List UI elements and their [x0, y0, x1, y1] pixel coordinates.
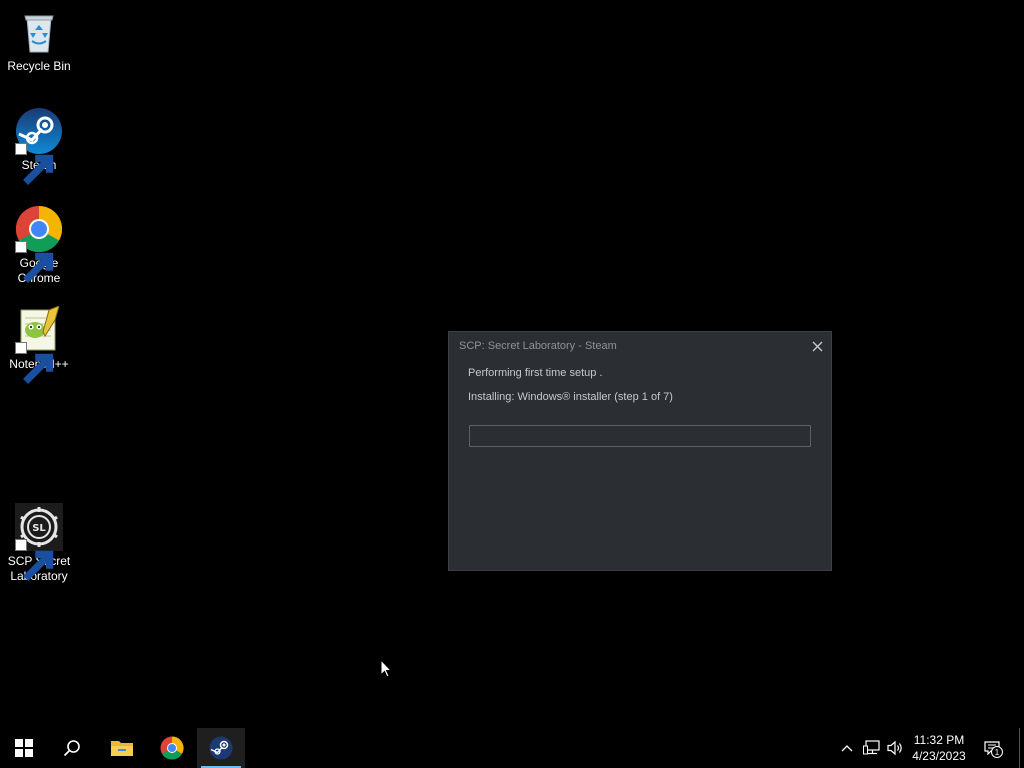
setup-status-text: Performing first time setup . — [468, 367, 603, 379]
shortcut-arrow-icon — [15, 143, 54, 185]
notification-count-badge: 1 — [991, 746, 1003, 758]
start-button[interactable] — [0, 728, 48, 768]
clock-button[interactable]: 11:32 PM 4/23/2023 — [904, 732, 974, 764]
show-hidden-icons-button[interactable] — [838, 728, 856, 768]
folder-icon — [111, 741, 133, 756]
clock-date: 4/23/2023 — [912, 749, 966, 763]
steam-icon — [209, 736, 233, 760]
chrome-icon — [160, 736, 184, 760]
shortcut-arrow-icon — [15, 539, 54, 581]
close-icon — [812, 341, 822, 351]
taskbar-chrome[interactable] — [148, 728, 196, 768]
desktop-icon-google-chrome[interactable]: Google Chrome — [1, 205, 77, 286]
desktop-icon-notepad-plus-plus[interactable]: Notepad++ — [1, 306, 77, 384]
action-center-button[interactable]: 1 — [981, 728, 1003, 768]
shortcut-arrow-icon — [15, 241, 54, 283]
taskbar-steam[interactable] — [197, 728, 245, 768]
install-progress-bar — [469, 425, 811, 447]
steam-setup-dialog: SCP: Secret Laboratory - Steam Performin… — [448, 331, 832, 571]
network-icon — [862, 740, 880, 755]
show-desktop-button[interactable] — [1019, 728, 1024, 768]
notepad-plus-plus-icon — [15, 306, 63, 384]
desktop-icon-steam[interactable]: Steam — [1, 107, 77, 185]
dialog-titlebar[interactable]: SCP: Secret Laboratory - Steam — [449, 332, 831, 360]
mouse-cursor-icon — [380, 659, 392, 678]
steam-icon — [15, 107, 63, 185]
windows-logo-icon — [15, 739, 33, 757]
volume-button[interactable] — [884, 728, 906, 768]
scp-sl-icon: SL — [15, 503, 63, 581]
desktop-icon-scp-secret-laboratory[interactable]: SL SCP Secret Laboratory — [1, 503, 77, 584]
desktop-icon-label: Recycle Bin — [7, 59, 71, 73]
recycle-bin-icon — [15, 8, 63, 56]
dialog-title: SCP: Secret Laboratory - Steam — [459, 340, 617, 352]
network-button[interactable] — [860, 728, 882, 768]
search-button[interactable] — [48, 728, 96, 768]
chevron-up-icon — [841, 745, 853, 752]
desktop-icon-recycle-bin[interactable]: Recycle Bin — [1, 8, 77, 74]
clock-time: 11:32 PM — [913, 733, 965, 747]
search-icon — [63, 740, 80, 757]
install-status-text: Installing: Windows® installer (step 1 o… — [468, 391, 673, 403]
shortcut-arrow-icon — [15, 342, 54, 384]
close-button[interactable] — [809, 338, 825, 354]
speaker-icon — [886, 740, 902, 756]
desktop[interactable]: Recycle Bin Steam Google Chrome Notepad+… — [0, 0, 1024, 728]
taskbar: 11:32 PM 4/23/2023 1 — [0, 728, 1024, 768]
svg-text:SL: SL — [32, 523, 46, 534]
taskbar-file-explorer[interactable] — [98, 728, 146, 768]
chrome-icon — [15, 205, 63, 283]
